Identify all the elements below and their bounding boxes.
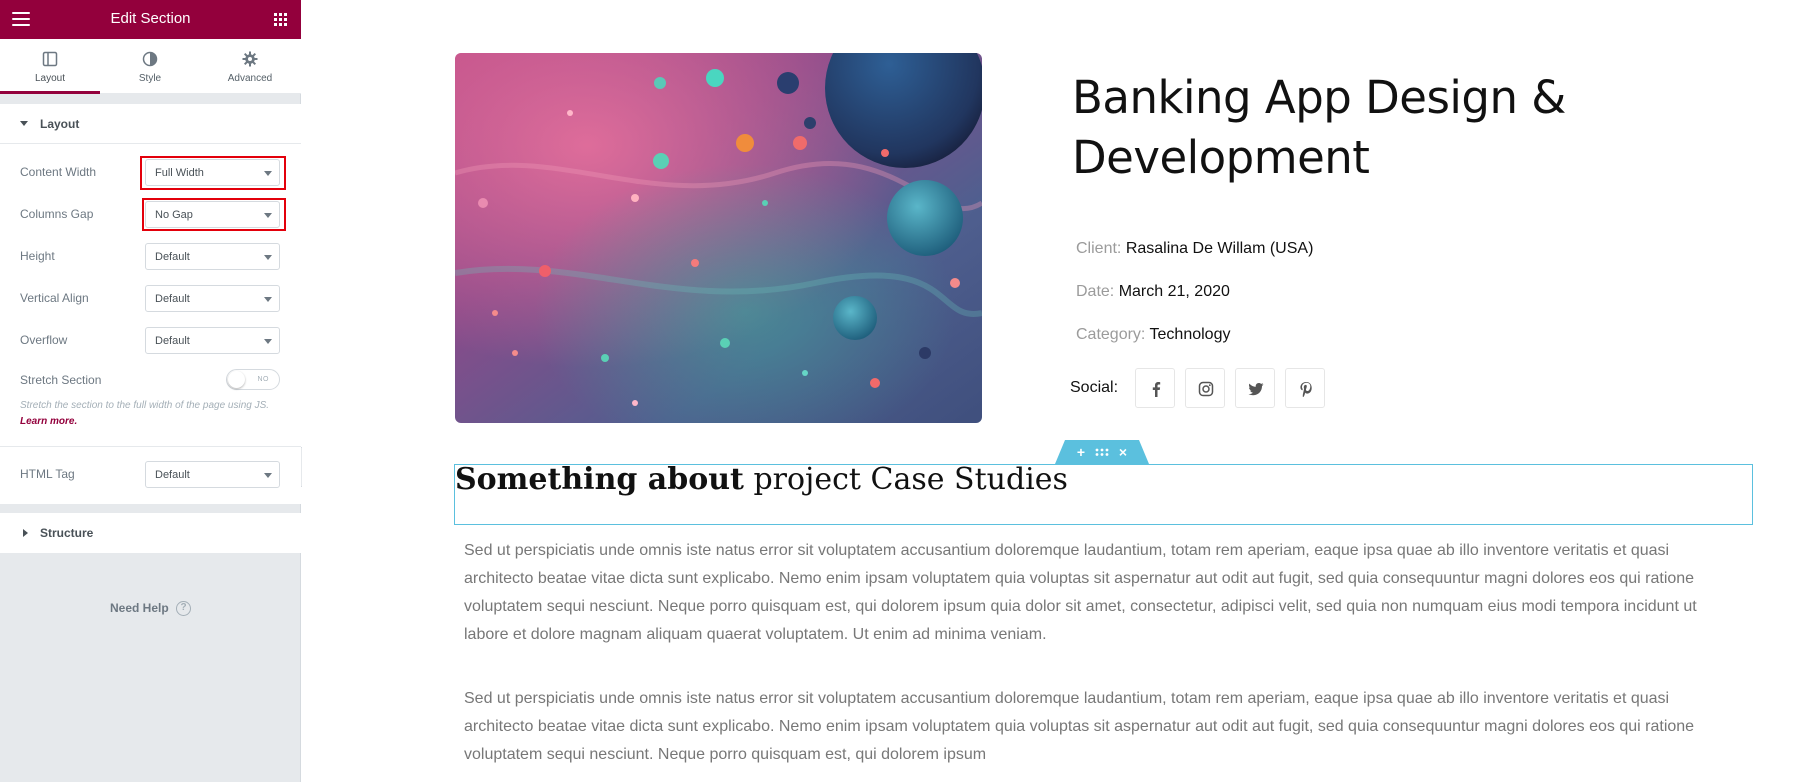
sidebar-header: Edit Section: [0, 0, 301, 39]
dropdown-arrow-icon: [264, 339, 272, 344]
meta-category: Category: Technology: [1076, 326, 1230, 344]
paragraph-2: Sed ut perspiciatis unde omnis iste natu…: [464, 690, 1695, 763]
overflow-control: Overflow Default: [0, 324, 301, 354]
pinterest-icon: [1300, 382, 1312, 397]
twitter-icon: [1248, 383, 1264, 396]
height-select[interactable]: Default: [145, 243, 280, 270]
dropdown-arrow-icon: [264, 297, 272, 302]
select-value: Full Width: [155, 167, 204, 179]
control-label: Content Width: [20, 165, 97, 179]
select-value: No Gap: [155, 209, 193, 221]
select-value: Default: [155, 251, 190, 263]
instagram-button[interactable]: [1185, 368, 1225, 408]
drag-dots-icon: [1095, 448, 1109, 456]
stretch-section-toggle[interactable]: NO: [226, 369, 280, 390]
tab-label: Layout: [34, 73, 66, 84]
add-section-button[interactable]: +: [1073, 444, 1089, 460]
tab-label: Style: [138, 73, 162, 84]
overflow-select[interactable]: Default: [145, 327, 280, 354]
pinterest-button[interactable]: [1285, 368, 1325, 408]
section-title: Layout: [40, 117, 80, 131]
control-label: Height: [20, 249, 55, 263]
project-title: Banking App Design & Development: [1072, 71, 1566, 184]
meta-value: Technology: [1149, 326, 1231, 343]
project-image[interactable]: [455, 53, 982, 423]
content-width-select[interactable]: Full Width: [145, 159, 280, 186]
stretch-description: Stretch the section to the full width of…: [20, 398, 280, 430]
need-help-link[interactable]: Need Help ?: [0, 601, 301, 617]
meta-client: Client: Rasalina De Willam (USA): [1076, 240, 1313, 258]
meta-value: Rasalina De Willam (USA): [1125, 240, 1314, 257]
select-value: Default: [155, 293, 190, 305]
meta-value: March 21, 2020: [1118, 283, 1230, 300]
panel-title: Edit Section: [110, 10, 191, 27]
section-toolbar: + ×: [1055, 440, 1149, 464]
control-label: Vertical Align: [20, 291, 89, 305]
delete-section-button[interactable]: ×: [1115, 444, 1131, 460]
select-value: Default: [155, 335, 190, 347]
facebook-button[interactable]: [1135, 368, 1175, 408]
panel-tabs: Layout Style Advanced: [0, 39, 301, 94]
paragraph-1: Sed ut perspiciatis unde omnis iste natu…: [464, 542, 1697, 643]
content-width-control: Content Width Full Width: [0, 156, 301, 186]
meta-key: Category:: [1076, 326, 1146, 343]
meta-key: Client:: [1076, 240, 1122, 257]
drag-handle[interactable]: [1094, 444, 1110, 460]
facebook-icon: [1152, 382, 1161, 397]
learn-more-link[interactable]: Learn more.: [20, 416, 77, 427]
tab-layout[interactable]: Layout: [0, 39, 100, 94]
layout-icon: [42, 51, 58, 67]
meta-date: Date: March 21, 2020: [1076, 283, 1230, 301]
control-label: Overflow: [20, 333, 68, 347]
columns-gap-select[interactable]: No Gap: [145, 201, 280, 228]
divider: [0, 446, 301, 447]
tab-advanced[interactable]: Advanced: [200, 39, 300, 94]
meta-key: Date:: [1076, 283, 1115, 300]
structure-section: Structure: [0, 513, 301, 553]
vertical-align-control: Vertical Align Default: [0, 282, 301, 312]
toggle-text: NO: [257, 376, 269, 383]
tab-style[interactable]: Style: [100, 39, 200, 94]
dropdown-arrow-icon: [264, 213, 272, 218]
widgets-grid-icon[interactable]: [274, 13, 287, 26]
html-tag-select[interactable]: Default: [145, 461, 280, 488]
html-tag-control: HTML Tag Default: [0, 458, 301, 488]
stretch-section-control: Stretch Section NO: [0, 364, 301, 394]
vertical-align-select[interactable]: Default: [145, 285, 280, 312]
structure-section-header[interactable]: Structure: [0, 513, 301, 553]
caret-right-icon: [23, 529, 28, 537]
instagram-icon: [1198, 381, 1214, 397]
contrast-icon: [142, 51, 158, 67]
height-control: Height Default: [0, 240, 301, 270]
heading-regular-part: project Case Studies: [743, 462, 1068, 497]
dropdown-arrow-icon: [264, 171, 272, 176]
tab-label: Advanced: [227, 73, 273, 84]
twitter-button[interactable]: [1235, 368, 1275, 408]
preview-canvas: Banking App Design & Development Client:…: [302, 0, 1801, 782]
layout-section-header[interactable]: Layout: [0, 104, 301, 144]
elementor-editor: Edit Section Layout Style Advanced Layou…: [0, 0, 1801, 782]
dropdown-arrow-icon: [264, 255, 272, 260]
case-studies-heading: Something about project Case Studies: [455, 462, 1068, 497]
need-help-label: Need Help: [109, 601, 169, 615]
section-title: Structure: [40, 526, 94, 540]
dropdown-arrow-icon: [264, 473, 272, 478]
caret-down-icon: [20, 121, 28, 126]
control-label: HTML Tag: [20, 467, 75, 481]
social-label: Social:: [1070, 379, 1119, 396]
heading-bold-part: Something about: [455, 462, 744, 497]
abstract-bubbles-image: [455, 53, 982, 423]
select-value: Default: [155, 469, 190, 481]
editor-sidebar: Edit Section Layout Style Advanced Layou…: [0, 0, 301, 782]
control-label: Stretch Section: [20, 373, 102, 387]
question-icon: ?: [176, 601, 192, 617]
toggle-knob: [228, 371, 245, 388]
description-text: Stretch the section to the full width of…: [20, 400, 270, 411]
control-label: Columns Gap: [20, 207, 94, 221]
gear-icon: [242, 51, 258, 67]
columns-gap-control: Columns Gap No Gap: [0, 198, 301, 228]
